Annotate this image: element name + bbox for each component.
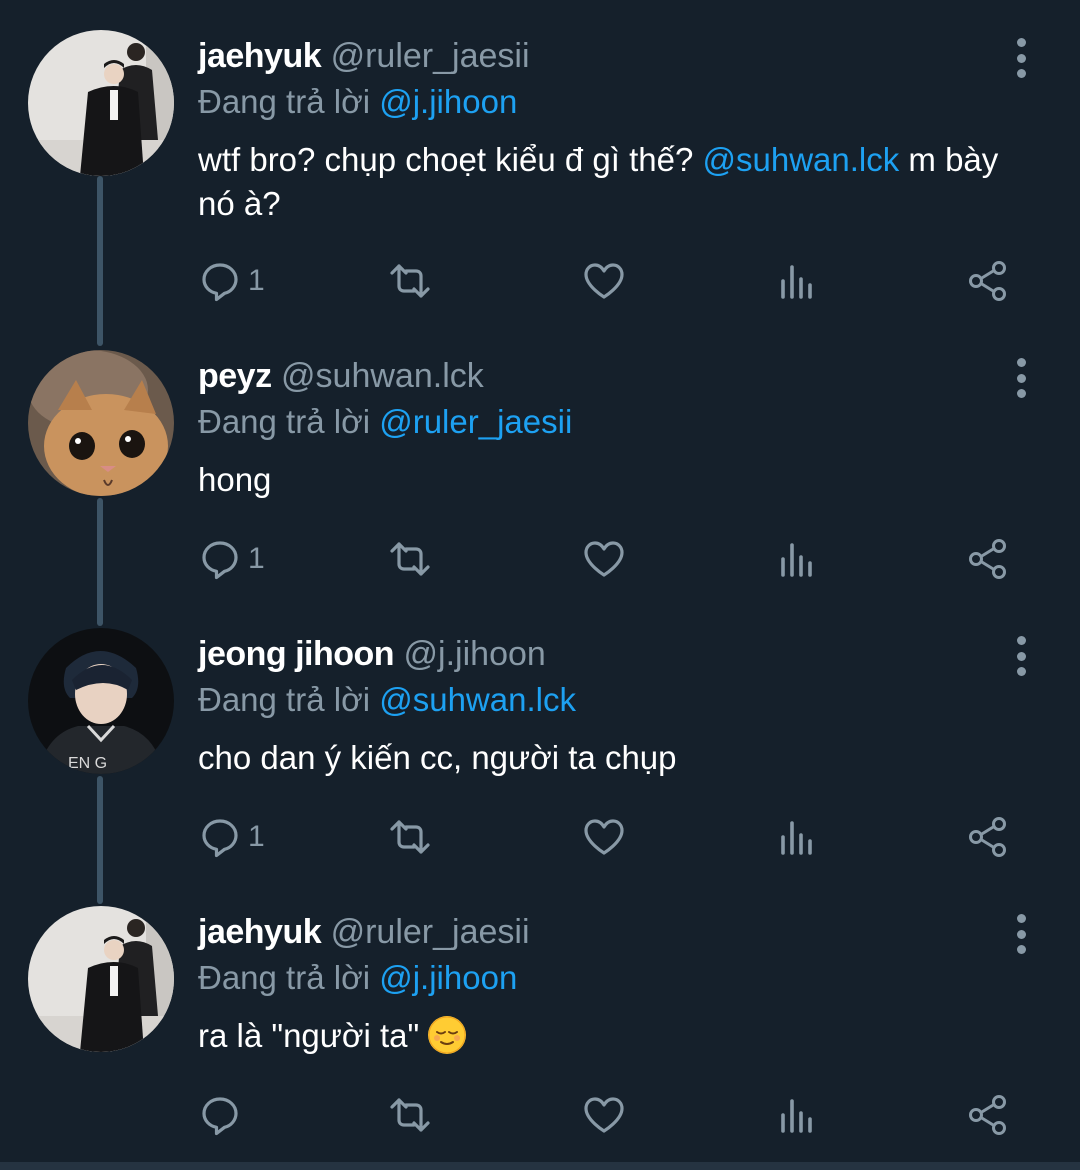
replying-to-label: Đang trả lời <box>198 681 371 718</box>
retweet-icon <box>390 264 430 298</box>
share-button[interactable] <box>966 534 1010 584</box>
reply-count: 1 <box>248 264 265 297</box>
replying-to-mention[interactable]: @j.jihoon <box>379 959 517 996</box>
more-options-icon[interactable] <box>1008 356 1034 400</box>
more-options-icon[interactable] <box>1008 36 1034 80</box>
tweet-text-part: wtf bro? chụp choẹt kiểu đ gì thế? <box>198 141 694 178</box>
action-bar: 1 <box>0 812 1080 862</box>
tweet-header: peyz @suhwan.lck <box>198 356 484 396</box>
share-button[interactable] <box>966 1090 1010 1140</box>
reply-icon <box>202 541 238 580</box>
tweet-text: hong <box>198 461 272 498</box>
replying-to-label: Đang trả lời <box>198 83 371 120</box>
user-handle[interactable]: @ruler_jaesii <box>331 913 530 951</box>
svg-text:EN G: EN G <box>68 755 107 772</box>
analytics-icon <box>781 265 812 299</box>
reply-button[interactable]: 1 <box>198 256 265 306</box>
tweet-mention[interactable]: @suhwan.lck <box>703 141 900 178</box>
reply-count: 1 <box>248 542 265 575</box>
replying-to-label: Đang trả lời <box>198 959 371 996</box>
like-button[interactable] <box>582 534 626 584</box>
analytics-icon <box>781 1099 812 1133</box>
retweet-button[interactable] <box>388 534 432 584</box>
reply-button[interactable]: 1 <box>198 534 265 584</box>
analytics-button[interactable] <box>775 812 819 862</box>
reply-button[interactable]: 1 <box>198 812 265 862</box>
retweet-icon <box>390 542 430 576</box>
share-button[interactable] <box>966 256 1010 306</box>
tweet-header: jaehyuk @ruler_jaesii <box>198 912 530 952</box>
analytics-button[interactable] <box>775 256 819 306</box>
action-bar: 1 <box>0 256 1080 306</box>
retweet-icon <box>390 1098 430 1132</box>
like-button[interactable] <box>582 812 626 862</box>
tweet-text: cho dan ý kiến cc, người ta chụp <box>198 739 677 776</box>
reply-count: 1 <box>248 820 265 853</box>
replying-to-label: Đang trả lời <box>198 403 371 440</box>
share-icon <box>969 539 1006 579</box>
analytics-icon <box>781 543 812 577</box>
avatar-photo-icon <box>28 30 174 176</box>
replying-to: Đang trả lời @j.jihoon <box>198 82 517 122</box>
more-options-icon[interactable] <box>1008 634 1034 678</box>
retweet-button[interactable] <box>388 812 432 862</box>
replying-to: Đang trả lời @j.jihoon <box>198 958 517 998</box>
display-name[interactable]: jaehyuk <box>198 37 322 75</box>
avatar-photo-icon <box>28 350 174 496</box>
more-options-icon[interactable] <box>1008 912 1034 956</box>
display-name[interactable]: peyz <box>198 357 272 395</box>
retweet-button[interactable] <box>388 1090 432 1140</box>
like-icon <box>584 263 624 299</box>
avatar-photo-icon: EN G <box>28 628 174 774</box>
replying-to: Đang trả lời @ruler_jaesii <box>198 402 572 442</box>
share-icon <box>969 817 1006 857</box>
user-handle[interactable]: @j.jihoon <box>404 635 546 673</box>
action-bar: 1 <box>0 534 1080 584</box>
analytics-button[interactable] <box>775 1090 819 1140</box>
reply-icon <box>202 819 238 858</box>
analytics-icon <box>781 821 812 855</box>
action-bar <box>0 1090 1080 1140</box>
tweet-text: ra là "người ta" <box>198 1014 1018 1058</box>
tweet-header: jaehyuk @ruler_jaesii <box>198 36 530 76</box>
share-icon <box>969 261 1006 301</box>
like-icon <box>584 1097 624 1133</box>
analytics-button[interactable] <box>775 534 819 584</box>
replying-to-mention[interactable]: @ruler_jaesii <box>379 403 572 440</box>
divider <box>0 1162 1080 1170</box>
replying-to: Đang trả lời @suhwan.lck <box>198 680 576 720</box>
retweet-button[interactable] <box>388 256 432 306</box>
replying-to-mention[interactable]: @suhwan.lck <box>379 681 576 718</box>
reply-icon <box>202 1097 238 1136</box>
display-name[interactable]: jeong jihoon <box>198 635 395 673</box>
retweet-icon <box>390 820 430 854</box>
tweet-text: wtf bro? chụp choẹt kiểu đ gì thế? @suhw… <box>198 138 1018 226</box>
share-icon <box>969 1095 1006 1135</box>
relieved-face-emoji-icon <box>428 1016 467 1054</box>
like-icon <box>584 541 624 577</box>
like-button[interactable] <box>582 1090 626 1140</box>
replying-to-mention[interactable]: @j.jihoon <box>379 83 517 120</box>
tweet-header: jeong jihoon @j.jihoon <box>198 634 546 674</box>
avatar[interactable] <box>28 350 174 496</box>
display-name[interactable]: jaehyuk <box>198 913 322 951</box>
user-handle[interactable]: @suhwan.lck <box>281 357 484 395</box>
avatar[interactable] <box>28 906 174 1052</box>
avatar-photo-icon <box>28 906 174 1052</box>
share-button[interactable] <box>966 812 1010 862</box>
like-button[interactable] <box>582 256 626 306</box>
avatar[interactable]: EN G <box>28 628 174 774</box>
reply-icon <box>202 263 238 302</box>
like-icon <box>584 819 624 855</box>
reply-button[interactable] <box>198 1090 248 1140</box>
avatar[interactable] <box>28 30 174 176</box>
user-handle[interactable]: @ruler_jaesii <box>331 37 530 75</box>
tweet-text-part: ra là "người ta" <box>198 1017 420 1054</box>
